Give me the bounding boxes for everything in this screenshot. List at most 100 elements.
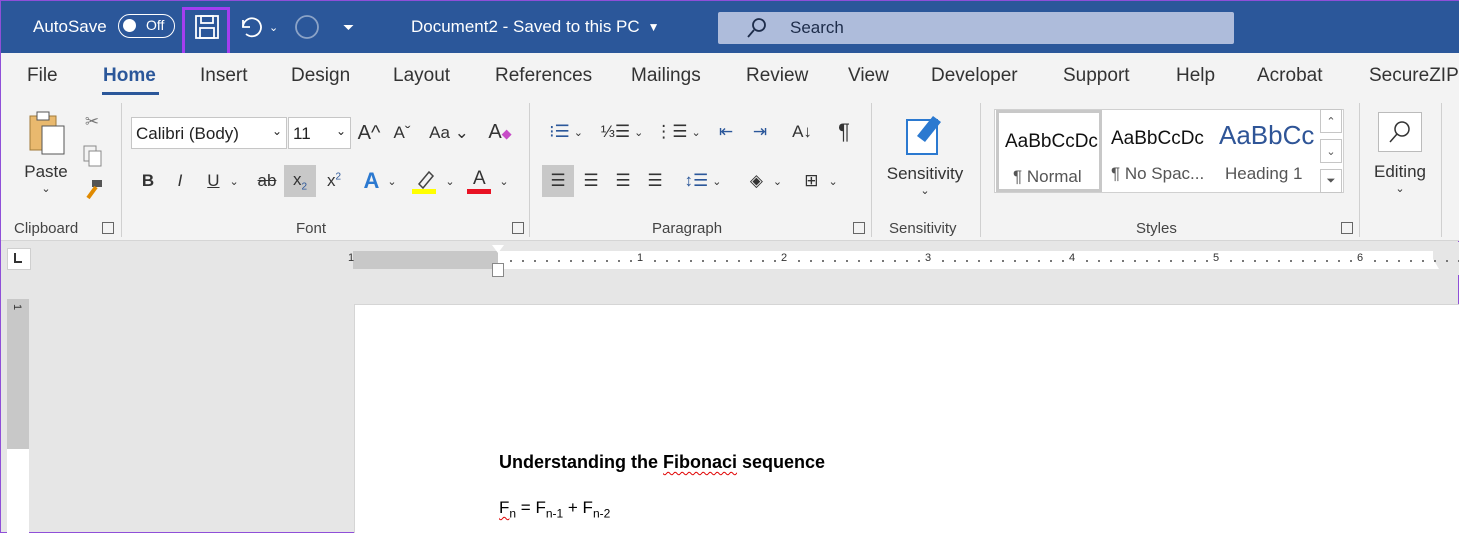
tab-acrobat[interactable]: Acrobat (1257, 65, 1322, 87)
ruler-minor-tick (1446, 260, 1448, 262)
shading-button[interactable]: ◈ ⌄ (741, 165, 791, 197)
undo-dropdown-icon[interactable]: ⌄ (269, 21, 278, 34)
tab-insert[interactable]: Insert (200, 65, 248, 87)
ruler-minor-tick (906, 260, 908, 262)
chevron-down-icon: ⌄ (712, 175, 722, 188)
search-box[interactable]: Search (718, 12, 1234, 44)
align-right-button[interactable]: ☰ (607, 165, 639, 197)
font-name-dropdown[interactable]: Calibri (Body) ⌄ (131, 117, 287, 149)
ruler-minor-tick (942, 260, 944, 262)
document-heading[interactable]: Understanding the Fibonaci sequence (499, 452, 825, 473)
shrink-font-button[interactable]: Aˇ (389, 119, 415, 147)
clipboard-launcher-icon[interactable] (102, 222, 114, 234)
group-separator (121, 103, 122, 237)
tab-developer[interactable]: Developer (931, 65, 1018, 87)
tab-stop-selector[interactable] (7, 248, 31, 270)
font-color-button[interactable]: A ⌄ (463, 165, 513, 197)
font-size-dropdown[interactable]: 11 ⌄ (288, 117, 351, 149)
fibonacci-formula[interactable]: Fn = Fn-1 + Fn-2 (499, 498, 610, 520)
show-formatting-button[interactable]: ¶ (827, 117, 861, 147)
paste-button[interactable]: Paste ⌄ (21, 105, 71, 199)
align-center-button[interactable]: ☰ (575, 165, 607, 197)
font-launcher-icon[interactable] (512, 222, 524, 234)
right-indent-marker[interactable] (1427, 259, 1439, 269)
copy-button[interactable] (81, 143, 105, 169)
paste-dropdown-icon[interactable]: ⌄ (41, 182, 50, 195)
text-effects-button[interactable]: A ⌄ (357, 165, 403, 197)
text-effects-icon: A (363, 168, 380, 193)
redo-button[interactable] (293, 1, 321, 53)
title-dropdown-icon[interactable]: ▼ (648, 20, 660, 34)
ruler-minor-tick (1386, 260, 1388, 262)
tab-review[interactable]: Review (746, 65, 808, 87)
cut-icon: ✂ (84, 112, 100, 131)
styles-scroll-up-icon[interactable]: ⌃ (1320, 109, 1342, 133)
change-case-button[interactable]: Aa ⌄ (427, 119, 471, 147)
borders-button[interactable]: ⊞ ⌄ (795, 165, 847, 197)
sensitivity-button[interactable]: Sensitivity ⌄ (881, 105, 969, 201)
formula-lhs[interactable]: Fn (499, 498, 516, 520)
line-spacing-button[interactable]: ↕☰ ⌄ (679, 165, 727, 197)
ruler-minor-tick (1050, 260, 1052, 262)
tab-mailings[interactable]: Mailings (631, 65, 701, 87)
italic-icon: I (177, 171, 183, 190)
styles-scroll-down-icon[interactable]: ⌄ (1320, 139, 1342, 163)
misspelled-word[interactable]: Fibonaci (663, 452, 737, 472)
superscript-button[interactable]: x2 (321, 165, 347, 197)
customize-qat-icon[interactable]: ⏷ (343, 1, 354, 53)
highlight-button[interactable]: ⌄ (409, 165, 457, 197)
font-group-label: Font (296, 220, 327, 237)
ruler-minor-tick (1242, 260, 1244, 262)
format-painter-button[interactable] (81, 177, 105, 203)
horizontal-ruler[interactable]: 1 1 2 3 4 5 6 (348, 245, 1459, 277)
shrink-font-icon: Aˇ (393, 123, 411, 142)
clear-formatting-button[interactable]: A◆ (485, 117, 515, 147)
tab-securezip[interactable]: SecureZIP (1369, 65, 1459, 87)
underline-button[interactable]: U ⌄ (199, 167, 247, 195)
italic-button[interactable]: I (167, 167, 193, 195)
ruler-minor-tick (1302, 260, 1304, 262)
cut-button[interactable]: ✂ (81, 109, 103, 135)
numbering-icon: ⅓☰ (600, 122, 631, 141)
justify-button[interactable]: ☰ (639, 165, 671, 197)
undo-button[interactable]: ⌄ (237, 1, 278, 53)
multilevel-list-button[interactable]: ⋮☰ ⌄ (653, 117, 703, 147)
save-button[interactable] (194, 1, 220, 53)
tab-support[interactable]: Support (1063, 65, 1130, 87)
sort-button[interactable]: A↓ (785, 117, 819, 147)
style-no-spacing[interactable]: AaBbCcDc ¶ No Spac... (1105, 110, 1211, 192)
numbering-button[interactable]: ⅓☰ ⌄ (597, 117, 647, 147)
first-line-indent-marker[interactable] (492, 245, 504, 253)
tab-view[interactable]: View (848, 65, 889, 87)
align-left-button[interactable]: ☰ (542, 165, 574, 197)
hanging-indent-marker[interactable] (492, 263, 504, 277)
ruler-mark: 6 (1357, 252, 1364, 264)
styles-launcher-icon[interactable] (1341, 222, 1353, 234)
tab-layout[interactable]: Layout (393, 65, 450, 87)
strikethrough-button[interactable]: ab (253, 167, 281, 195)
bullets-button[interactable]: ⁝☰ ⌄ (541, 117, 591, 147)
document-page[interactable]: Understanding the Fibonaci sequence Fn =… (354, 304, 1459, 533)
style-normal[interactable]: AaBbCcDc ¶ Normal (996, 110, 1102, 192)
tab-help[interactable]: Help (1176, 65, 1215, 87)
style-sample: AaBbCcDc (1005, 131, 1098, 152)
ribbon: Paste ⌄ ✂ Clipboard Calibri (Body) ⌄ 11 … (1, 99, 1459, 241)
grow-font-button[interactable]: A^ (355, 119, 383, 147)
decrease-indent-icon: ⇤ (718, 122, 734, 141)
style-heading-1[interactable]: AaBbCc Heading 1 (1213, 110, 1321, 192)
document-title[interactable]: Document2 - Saved to this PC ▼ (411, 1, 660, 53)
editing-label: Editing (1374, 161, 1426, 181)
increase-indent-button[interactable]: ⇥ (743, 117, 777, 147)
autosave-toggle[interactable]: Off (118, 14, 175, 38)
styles-more-icon[interactable]: ⏷ (1320, 169, 1342, 193)
editing-button[interactable]: Editing ⌄ (1369, 105, 1431, 201)
tab-file[interactable]: File (27, 65, 58, 87)
paragraph-launcher-icon[interactable] (853, 222, 865, 234)
subscript-button[interactable]: x2 (284, 165, 316, 197)
tab-references[interactable]: References (495, 65, 592, 87)
bold-button[interactable]: B (135, 167, 161, 195)
vertical-ruler[interactable]: 1 (7, 299, 29, 533)
decrease-indent-button[interactable]: ⇤ (709, 117, 743, 147)
tab-home[interactable]: Home (103, 65, 156, 87)
tab-design[interactable]: Design (291, 65, 350, 87)
